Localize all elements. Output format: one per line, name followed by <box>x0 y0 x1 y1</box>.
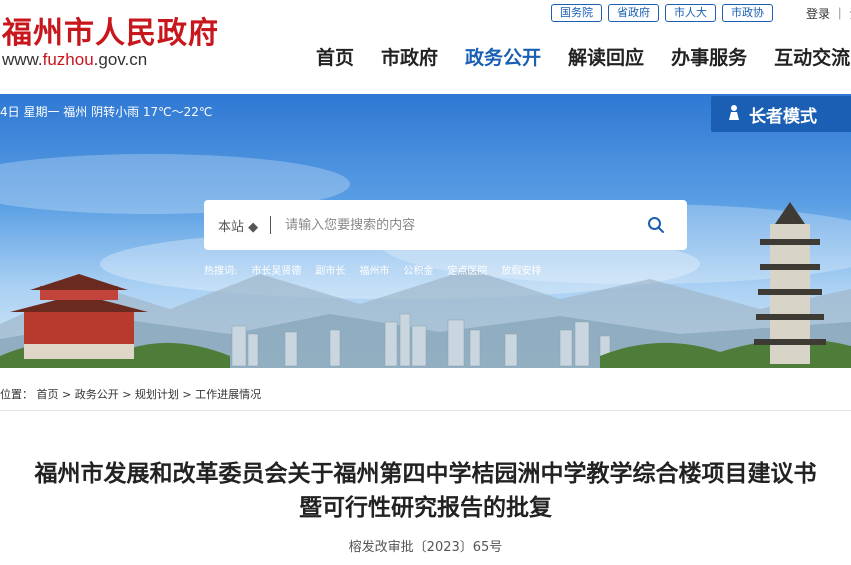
hot-word[interactable]: 副市长 <box>315 262 345 277</box>
main-nav: 首页 市政府 政务公开 解读回应 办事服务 互动交流 <box>316 43 851 70</box>
link-peoples-congress[interactable]: 市人大 <box>665 4 716 22</box>
nav-interpretation[interactable]: 解读回应 <box>568 43 644 70</box>
link-provincial-gov[interactable]: 省政府 <box>608 4 659 22</box>
nav-city-government[interactable]: 市政府 <box>381 43 438 70</box>
hot-word[interactable]: 定点医院 <box>447 262 487 277</box>
document-number: 榕发改审批〔2023〕65号 <box>348 540 503 555</box>
search-input[interactable] <box>283 216 628 234</box>
site-logo-title[interactable]: 福州市人民政府 <box>2 8 219 52</box>
site-logo-url: www.fuzhou.gov.cn <box>2 50 147 70</box>
breadcrumb[interactable]: 位置： 首页 > 政务公开 > 规划计划 > 工作进展情况 <box>0 386 261 402</box>
weather-date-text: 4日 星期一 福州 阴转小雨 17℃～22℃ <box>0 105 213 119</box>
search-box: 本站 ◆ <box>204 200 687 250</box>
elder-person-icon <box>727 104 741 124</box>
url-suffix: .gov.cn <box>93 50 148 69</box>
hot-word[interactable]: 福州市 <box>359 262 389 277</box>
nav-government-affairs[interactable]: 政务公开 <box>465 43 541 70</box>
link-state-council[interactable]: 国务院 <box>551 4 602 22</box>
elder-mode-button[interactable]: 长者模式 <box>711 96 851 132</box>
link-cppcc[interactable]: 市政协 <box>722 4 773 22</box>
hot-word[interactable]: 放假安排 <box>501 262 541 277</box>
nav-services[interactable]: 办事服务 <box>671 43 747 70</box>
search-divider <box>270 216 272 234</box>
elder-mode-label: 长者模式 <box>749 106 817 127</box>
url-prefix: www. <box>2 50 43 69</box>
hot-search-label: 热搜词: <box>204 266 238 277</box>
nav-interaction[interactable]: 互动交流 <box>774 43 850 70</box>
login-link[interactable]: 登录 ｜ 注 <box>806 5 851 22</box>
hot-word[interactable]: 公积金 <box>403 262 433 277</box>
nav-home[interactable]: 首页 <box>316 43 354 70</box>
hot-word[interactable]: 市长吴贤德 <box>251 262 301 277</box>
pavilion-left <box>10 274 148 359</box>
url-brand: fuzhou <box>42 50 94 69</box>
article-title-line2: 暨可行性研究报告的批复 <box>299 495 552 521</box>
search-scope-select[interactable]: 本站 ◆ <box>218 216 258 235</box>
hot-search-words: 热搜词: 市长吴贤德 副市长 福州市 公积金 定点医院 放假安排 <box>204 262 541 277</box>
divider <box>0 410 851 411</box>
article-title-line1: 福州市发展和改革委员会关于福州第四中学桔园洲中学教学综合楼项目建议书 <box>34 461 817 487</box>
search-icon[interactable] <box>647 216 665 234</box>
top-links: 国务院 省政府 市人大 市政协 <box>551 4 773 22</box>
